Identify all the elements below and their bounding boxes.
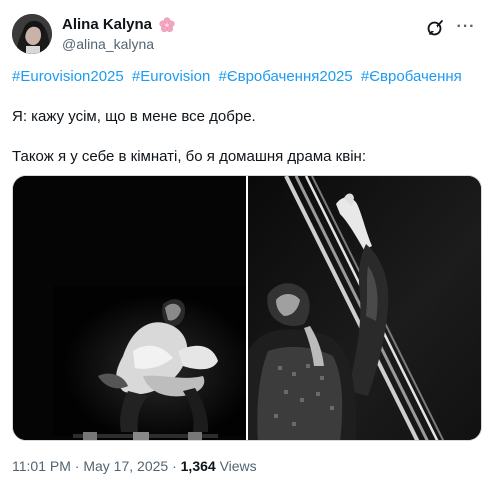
hashtag-link[interactable]: #Eurovision: [132, 68, 210, 85]
author-handle[interactable]: @alina_kalyna: [62, 35, 175, 53]
tweet-header: Alina Kalyna @alina_kalyna ···: [12, 14, 481, 54]
author-names: Alina Kalyna @alina_kalyna: [62, 16, 176, 53]
photo-right[interactable]: [248, 176, 481, 440]
meta-separator: ·: [74, 458, 80, 474]
photo-left[interactable]: [13, 176, 246, 440]
tweet-meta: 11:01 PM · May 17, 2025 · 1,364 Views: [12, 457, 257, 475]
cherry-blossom-icon: [159, 17, 176, 33]
hashtag-link[interactable]: #Євробачення2025: [218, 68, 352, 85]
media-grid: [12, 175, 482, 441]
hashtag-link[interactable]: #Eurovision2025: [12, 68, 124, 85]
author-display-name[interactable]: Alina Kalyna: [62, 16, 152, 34]
tweet-time[interactable]: 11:01 PM: [12, 458, 71, 474]
views-label: Views: [219, 458, 257, 474]
views-count: 1,364: [180, 458, 216, 474]
meta-separator: ·: [172, 458, 177, 474]
hashtag-link[interactable]: #Євробачення: [361, 68, 462, 85]
avatar-image: [12, 14, 52, 54]
more-dots-icon[interactable]: ···: [455, 18, 477, 38]
avatar[interactable]: [12, 14, 52, 54]
hashtag-line: #Eurovision2025 #Eurovision #Євробачення…: [12, 67, 466, 87]
tweet-date[interactable]: May 17, 2025: [83, 458, 168, 474]
grok-icon[interactable]: [425, 18, 445, 38]
tweet-text-paragraph: Також я у себе в кімнаті, бо я домашня д…: [12, 148, 367, 165]
tweet-text-paragraph: Я: кажу усім, що в мене все добре.: [12, 108, 256, 125]
